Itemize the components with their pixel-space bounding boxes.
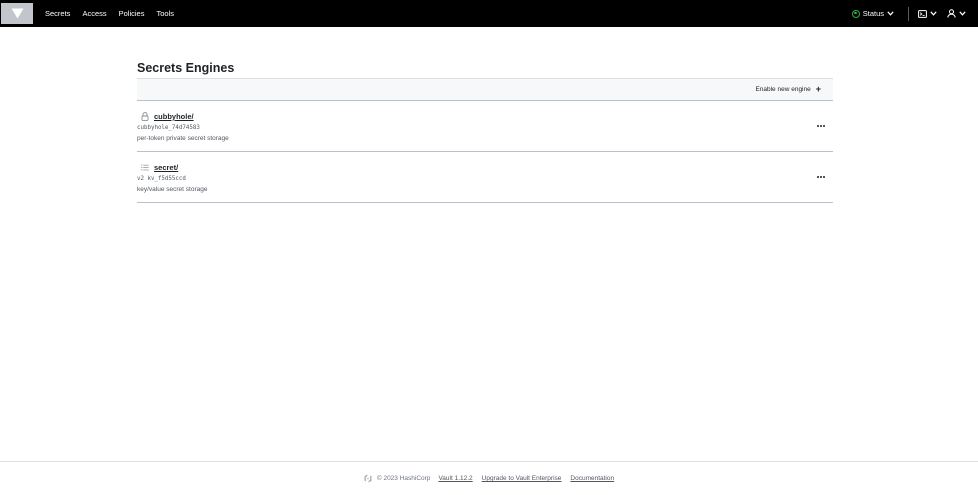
- enable-new-engine-label: Enable new engine: [755, 86, 811, 93]
- engine-path-line: secret/: [140, 163, 178, 172]
- top-nav: Secrets Access Policies Tools Status: [0, 0, 978, 27]
- user-icon: [947, 9, 956, 18]
- copyright-text: © 2023 HashiCorp: [376, 475, 431, 482]
- nav-right: Status: [851, 0, 978, 27]
- documentation-link[interactable]: Documentation: [570, 475, 614, 482]
- more-options-button[interactable]: [815, 172, 827, 182]
- hashicorp-logo-icon: [364, 474, 372, 483]
- version-link[interactable]: Vault 1.12.2: [438, 475, 472, 482]
- engine-accessor: cubbyhole_74d74583: [137, 125, 200, 131]
- more-options-button[interactable]: [815, 121, 827, 131]
- chevron-down-icon: [930, 11, 937, 16]
- status-label: Status: [862, 9, 884, 18]
- nav-tools[interactable]: Tools: [156, 9, 174, 18]
- nav-divider: [908, 6, 909, 21]
- enable-new-engine-button[interactable]: Enable new engine +: [755, 85, 821, 94]
- primary-nav: Secrets Access Policies Tools: [45, 9, 186, 18]
- footer: © 2023 HashiCorp Vault 1.12.2 Upgrade to…: [0, 461, 978, 495]
- engine-description: key/value secret storage: [137, 186, 208, 193]
- nav-secrets[interactable]: Secrets: [45, 9, 70, 18]
- terminal-icon: [918, 9, 927, 18]
- engine-list: cubbyhole/ cubbyhole_74d74583 per-token …: [137, 101, 833, 203]
- nav-access[interactable]: Access: [82, 9, 106, 18]
- vault-logo-icon[interactable]: [1, 3, 33, 24]
- page-title: Secrets Engines: [137, 61, 235, 75]
- engine-path-link[interactable]: cubbyhole/: [154, 112, 194, 121]
- engine-description: per-token private secret storage: [137, 135, 229, 142]
- toolbar: Enable new engine +: [137, 78, 833, 101]
- list-icon: [140, 163, 149, 172]
- nav-policies[interactable]: Policies: [119, 9, 145, 18]
- plus-icon: +: [815, 84, 821, 94]
- user-menu-button[interactable]: [947, 9, 966, 18]
- status-ok-icon: [851, 9, 860, 18]
- engine-row-cubbyhole: cubbyhole/ cubbyhole_74d74583 per-token …: [137, 101, 833, 152]
- engine-accessor: v2 kv_f5d55ccd: [137, 176, 186, 182]
- status-menu[interactable]: Status: [851, 9, 894, 18]
- lock-icon: [140, 112, 149, 121]
- chevron-down-icon: [959, 11, 966, 16]
- upgrade-link[interactable]: Upgrade to Vault Enterprise: [482, 475, 562, 482]
- engine-path-line: cubbyhole/: [140, 112, 194, 121]
- engine-row-secret: secret/ v2 kv_f5d55ccd key/value secret …: [137, 152, 833, 203]
- console-toggle-button[interactable]: [918, 9, 937, 18]
- chevron-down-icon: [887, 11, 894, 16]
- engine-path-link[interactable]: secret/: [154, 163, 178, 172]
